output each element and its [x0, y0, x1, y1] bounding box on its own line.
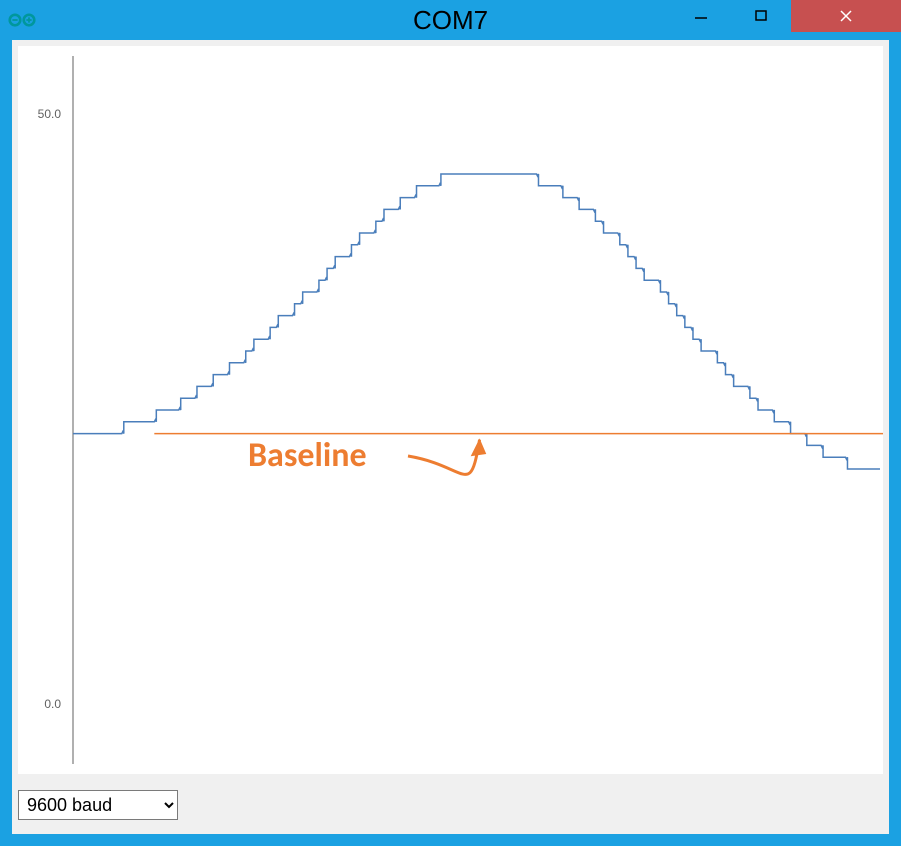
- serial-plotter-chart: 0.0 50.0 Baseline: [18, 46, 883, 774]
- client-area: 0.0 50.0 Baseline 9600 baud: [12, 40, 889, 834]
- chart-svg: 0.0 50.0 Baseline: [18, 46, 883, 774]
- baud-rate-select[interactable]: 9600 baud: [18, 790, 178, 820]
- minimize-icon: [694, 9, 708, 23]
- titlebar[interactable]: COM7: [0, 0, 901, 40]
- y-tick-label: 50.0: [38, 107, 62, 121]
- maximize-icon: [754, 9, 768, 23]
- close-icon: [839, 9, 853, 23]
- annotation-baseline-label: Baseline: [248, 435, 367, 476]
- maximize-button[interactable]: [731, 0, 791, 32]
- app-window: COM7 0.050.0Bas: [0, 0, 901, 846]
- y-tick-label: 0.0: [44, 697, 61, 711]
- footer-bar: 9600 baud: [18, 790, 178, 820]
- annotation-arrow: [408, 440, 480, 475]
- arduino-icon: [8, 6, 36, 34]
- close-button[interactable]: [791, 0, 901, 32]
- window-controls: [671, 0, 901, 32]
- annotation-arrowhead-icon: [472, 440, 486, 456]
- series-signal: [73, 174, 880, 469]
- minimize-button[interactable]: [671, 0, 731, 32]
